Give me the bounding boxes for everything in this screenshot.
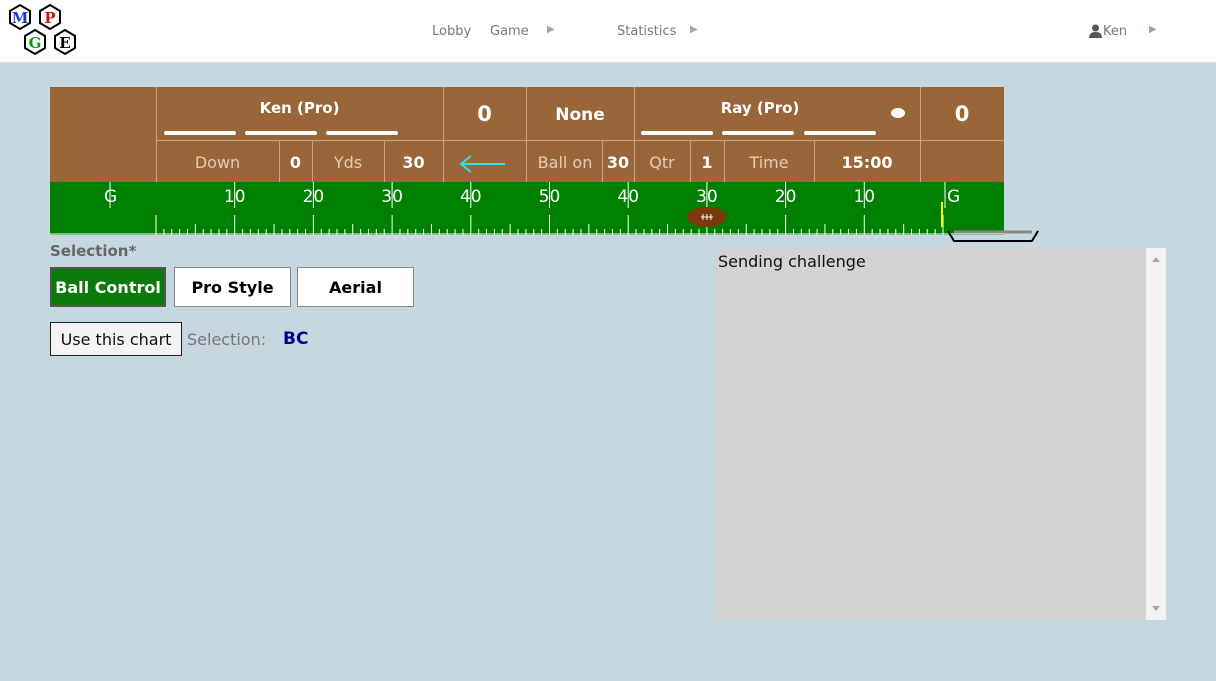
- field-yardlines: G 10 20 30 40 50 40 30 20 10 G: [50, 182, 1004, 235]
- away-score: 0: [954, 102, 970, 126]
- selection-label: Selection:: [187, 330, 267, 349]
- game-caret-icon[interactable]: ▶: [547, 24, 555, 35]
- yardline-label: 10: [224, 187, 246, 207]
- mpge-logo[interactable]: M P G E: [2, 2, 80, 60]
- logo-letter-g: G: [29, 34, 42, 52]
- yardline-label: 10: [853, 187, 875, 207]
- direction-arrow-icon: [459, 155, 505, 173]
- away-timeout-bar: [804, 131, 876, 135]
- use-this-chart-button[interactable]: Use this chart: [50, 322, 182, 356]
- message-log[interactable]: Sending challenge: [716, 248, 1146, 620]
- away-team-name: Ray (Pro): [720, 99, 800, 117]
- yardline-label: G: [104, 187, 117, 207]
- down-label: Down: [194, 153, 241, 172]
- home-timeout-bar: [326, 131, 398, 135]
- home-timeout-bar: [164, 131, 236, 135]
- home-team-name: Ken (Pro): [259, 99, 340, 117]
- yds-value: 30: [402, 153, 425, 172]
- logo-letter-p: P: [44, 9, 55, 27]
- logo-letter-e: E: [59, 34, 70, 52]
- yardline-label: 50: [539, 187, 561, 207]
- ball-on-value: 30: [606, 153, 630, 172]
- yds-label: Yds: [333, 153, 363, 172]
- ball-on-label: Ball on: [537, 153, 593, 172]
- nav-user[interactable]: Ken: [1103, 24, 1127, 39]
- chain-marker-icon: [947, 230, 1039, 242]
- ball-control-button[interactable]: Ball Control: [50, 267, 166, 307]
- football-ball-icon: [686, 207, 727, 227]
- timeouts-status: None: [555, 105, 605, 125]
- down-value: 0: [289, 153, 302, 172]
- message-text: Sending challenge: [718, 252, 866, 271]
- statistics-caret-icon[interactable]: ▶: [690, 24, 698, 35]
- home-score: 0: [477, 102, 492, 126]
- nav-statistics[interactable]: Statistics: [617, 24, 676, 39]
- selection-title: Selection*: [50, 242, 137, 260]
- away-timeout-bar: [722, 131, 794, 135]
- yardline-label: 40: [460, 187, 482, 207]
- yardline-label: 20: [775, 187, 797, 207]
- pro-style-button[interactable]: Pro Style: [174, 267, 291, 307]
- qtr-value: 1: [701, 153, 713, 172]
- yardline-label: 20: [303, 187, 325, 207]
- yardline-label: 30: [696, 187, 718, 207]
- user-icon: [1089, 24, 1102, 38]
- user-caret-icon[interactable]: ▶: [1149, 24, 1157, 35]
- yardline-label: G: [947, 187, 960, 207]
- yardline-label: 40: [617, 187, 639, 207]
- nav-lobby[interactable]: Lobby: [432, 24, 471, 39]
- message-scrollbar[interactable]: [1146, 248, 1166, 620]
- selection-value: BC: [283, 329, 309, 349]
- aerial-button[interactable]: Aerial: [297, 267, 414, 307]
- qtr-label: Qtr: [649, 153, 675, 172]
- logo-letter-m: M: [12, 9, 29, 27]
- yardline-label: 30: [381, 187, 403, 207]
- scroll-down-icon[interactable]: [1152, 606, 1160, 611]
- football-field: G 10 20 30 40 50 40 30 20 10 G: [50, 182, 1004, 235]
- away-timeout-bar: [641, 131, 713, 135]
- possession-ball-icon: [891, 108, 905, 118]
- scroll-up-icon[interactable]: [1152, 257, 1160, 262]
- time-label: Time: [749, 153, 789, 172]
- nav-game[interactable]: Game: [490, 24, 529, 39]
- time-value: 15:00: [841, 153, 893, 172]
- home-timeout-bar: [245, 131, 317, 135]
- top-navbar: M P G E Lobby Game ▶ Statistics ▶ Ken ▶: [0, 0, 1216, 63]
- scoreboard: Ken (Pro) 0 None Ray (Pro) 0 Down 0 Yds …: [50, 87, 1004, 182]
